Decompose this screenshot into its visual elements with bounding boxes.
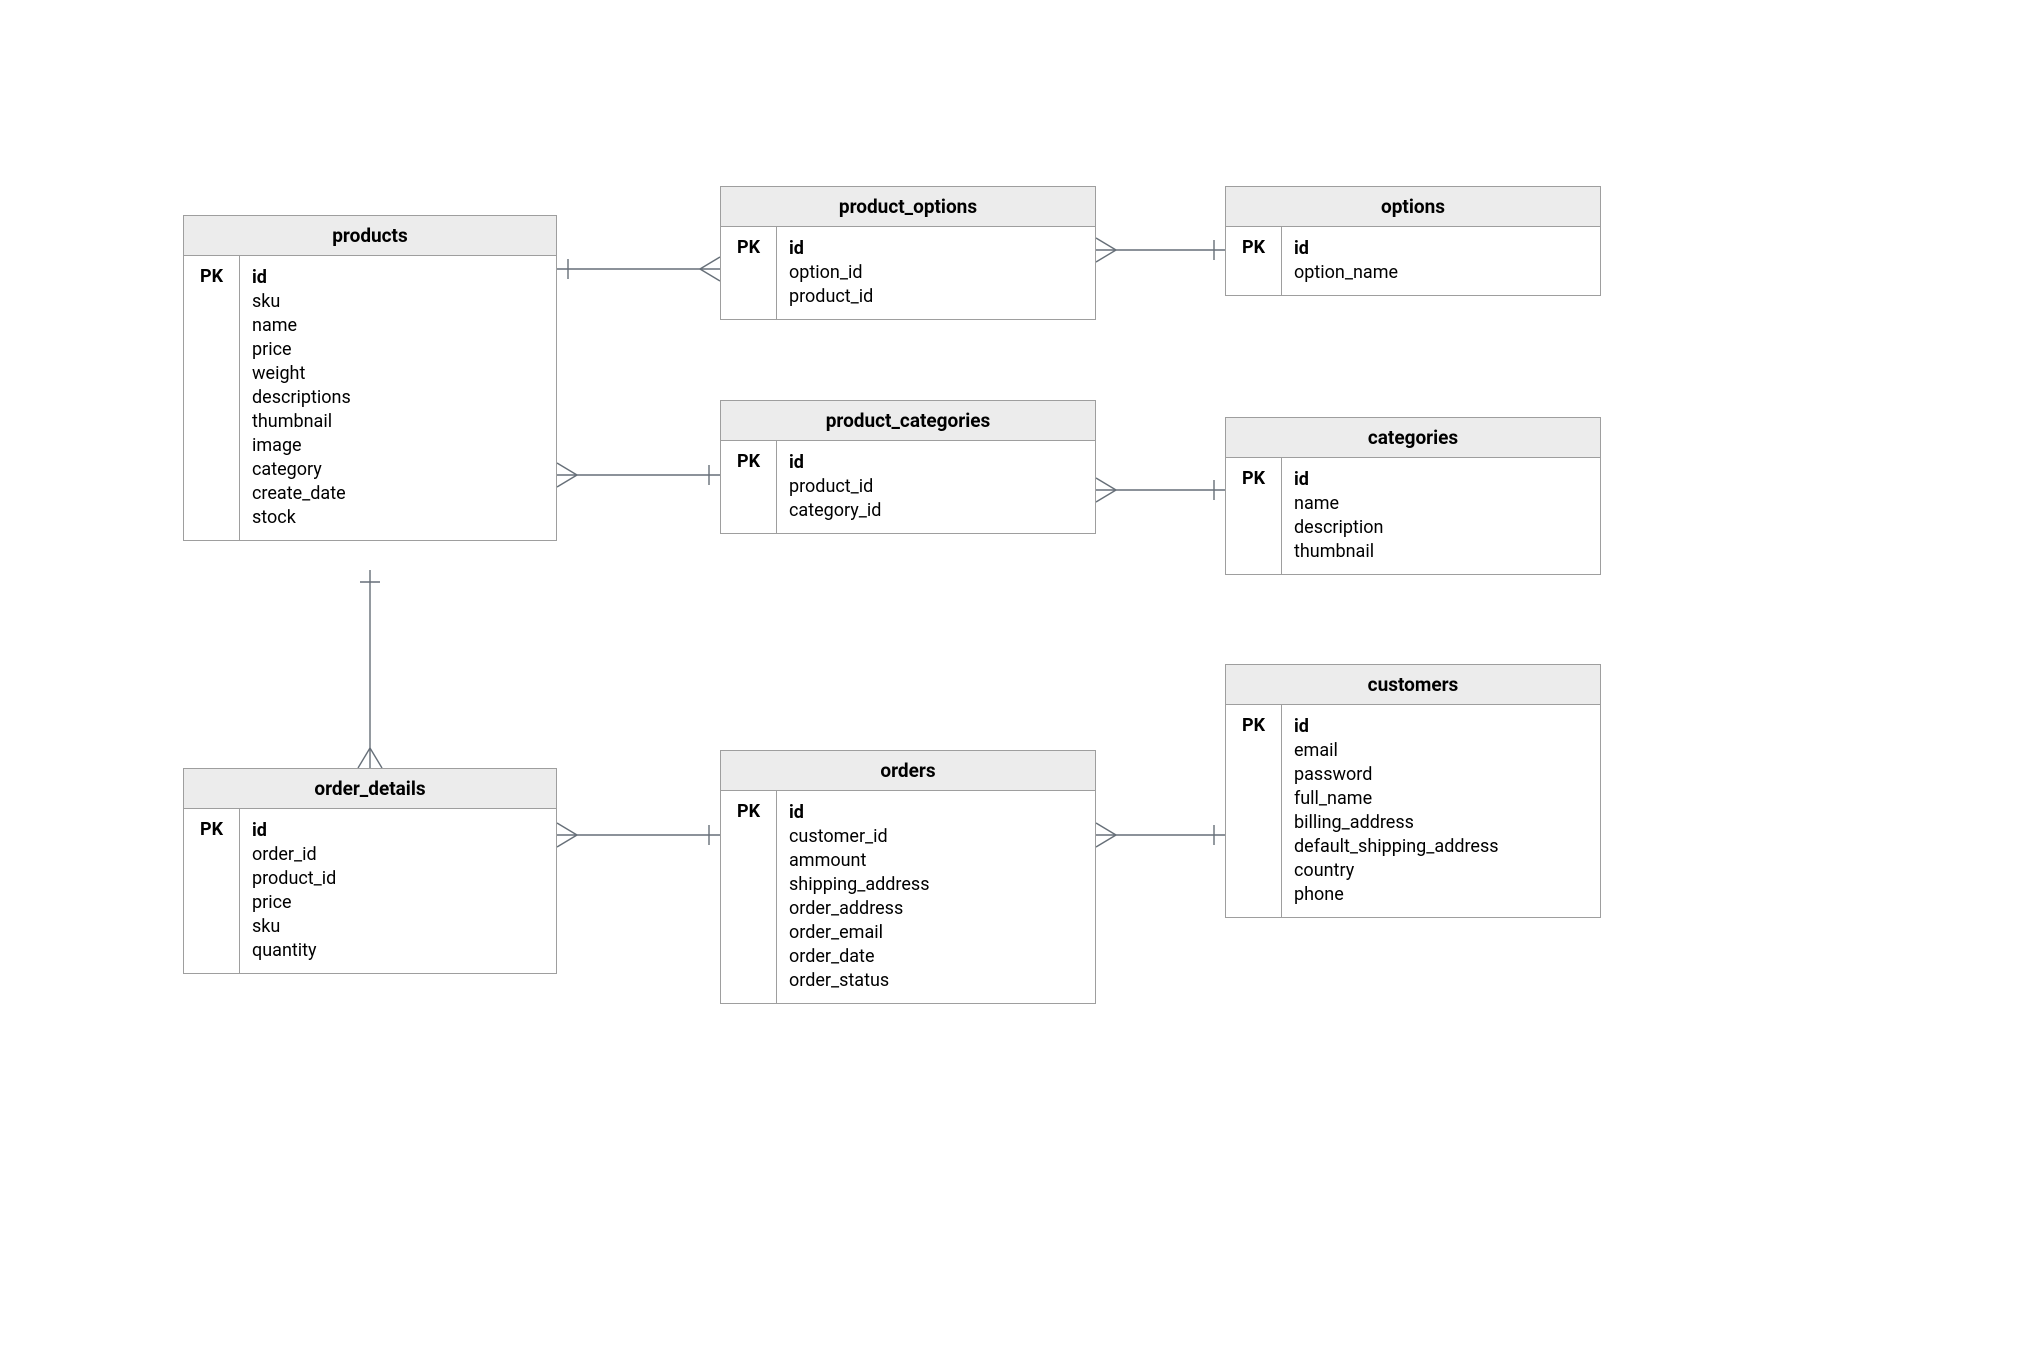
field: create_date (252, 482, 544, 506)
field: order_date (789, 945, 1083, 969)
field: descriptions (252, 386, 544, 410)
pk-label: PK (1226, 458, 1282, 574)
field: name (252, 314, 544, 338)
entity-title: product_categories (721, 401, 1095, 441)
field: full_name (1294, 787, 1588, 811)
fields-list: id sku name price weight descriptions th… (240, 256, 556, 540)
field: billing_address (1294, 811, 1588, 835)
field: price (252, 338, 544, 362)
field: id (1294, 468, 1588, 492)
entity-customers: customers PK id email password full_name… (1225, 664, 1601, 918)
field: option_name (1294, 261, 1588, 285)
field: thumbnail (1294, 540, 1588, 564)
field: weight (252, 362, 544, 386)
entity-title: categories (1226, 418, 1600, 458)
rel-product_options-options (1096, 238, 1225, 262)
field: id (789, 237, 1083, 261)
field: order_address (789, 897, 1083, 921)
field: default_shipping_address (1294, 835, 1588, 859)
field: id (789, 801, 1083, 825)
field: password (1294, 763, 1588, 787)
pk-label: PK (721, 791, 777, 1003)
pk-label: PK (721, 227, 777, 319)
entity-categories: categories PK id name description thumbn… (1225, 417, 1601, 575)
entity-orders: orders PK id customer_id ammount shippin… (720, 750, 1096, 1004)
field: sku (252, 915, 544, 939)
rel-products-product_options (557, 257, 720, 281)
field: id (1294, 715, 1588, 739)
field: phone (1294, 883, 1588, 907)
rel-orders-customers (1096, 823, 1225, 847)
fields-list: id name description thumbnail (1282, 458, 1600, 574)
fields-list: id option_id product_id (777, 227, 1095, 319)
field: price (252, 891, 544, 915)
fields-list: id option_name (1282, 227, 1600, 295)
field: product_id (252, 867, 544, 891)
fields-list: id customer_id ammount shipping_address … (777, 791, 1095, 1003)
field: product_id (789, 285, 1083, 309)
pk-label: PK (184, 809, 240, 973)
entity-title: options (1226, 187, 1600, 227)
field: quantity (252, 939, 544, 963)
field: id (252, 266, 544, 290)
field: id (1294, 237, 1588, 261)
rel-products-product_categories (557, 463, 720, 487)
field: option_id (789, 261, 1083, 285)
entity-title: customers (1226, 665, 1600, 705)
field: order_id (252, 843, 544, 867)
rel-products-order_details (358, 570, 382, 768)
er-diagram-canvas: products PK id sku name price weight des… (0, 0, 2026, 1368)
field: customer_id (789, 825, 1083, 849)
pk-label: PK (1226, 227, 1282, 295)
entity-products: products PK id sku name price weight des… (183, 215, 557, 541)
entity-title: products (184, 216, 556, 256)
field: sku (252, 290, 544, 314)
field: id (252, 819, 544, 843)
entity-title: order_details (184, 769, 556, 809)
field: description (1294, 516, 1588, 540)
fields-list: id order_id product_id price sku quantit… (240, 809, 556, 973)
rel-order_details-orders (557, 823, 720, 847)
rel-product_categories-categories (1096, 478, 1225, 502)
entity-title: orders (721, 751, 1095, 791)
field: name (1294, 492, 1588, 516)
field: image (252, 434, 544, 458)
field: product_id (789, 475, 1083, 499)
field: ammount (789, 849, 1083, 873)
pk-label: PK (721, 441, 777, 533)
field: country (1294, 859, 1588, 883)
pk-label: PK (184, 256, 240, 540)
entity-options: options PK id option_name (1225, 186, 1601, 296)
field: id (789, 451, 1083, 475)
entity-product-options: product_options PK id option_id product_… (720, 186, 1096, 320)
fields-list: id product_id category_id (777, 441, 1095, 533)
fields-list: id email password full_name billing_addr… (1282, 705, 1600, 917)
field: email (1294, 739, 1588, 763)
field: shipping_address (789, 873, 1083, 897)
field: order_status (789, 969, 1083, 993)
field: category (252, 458, 544, 482)
entity-order-details: order_details PK id order_id product_id … (183, 768, 557, 974)
field: thumbnail (252, 410, 544, 434)
entity-title: product_options (721, 187, 1095, 227)
field: category_id (789, 499, 1083, 523)
field: order_email (789, 921, 1083, 945)
pk-label: PK (1226, 705, 1282, 917)
entity-product-categories: product_categories PK id product_id cate… (720, 400, 1096, 534)
field: stock (252, 506, 544, 530)
